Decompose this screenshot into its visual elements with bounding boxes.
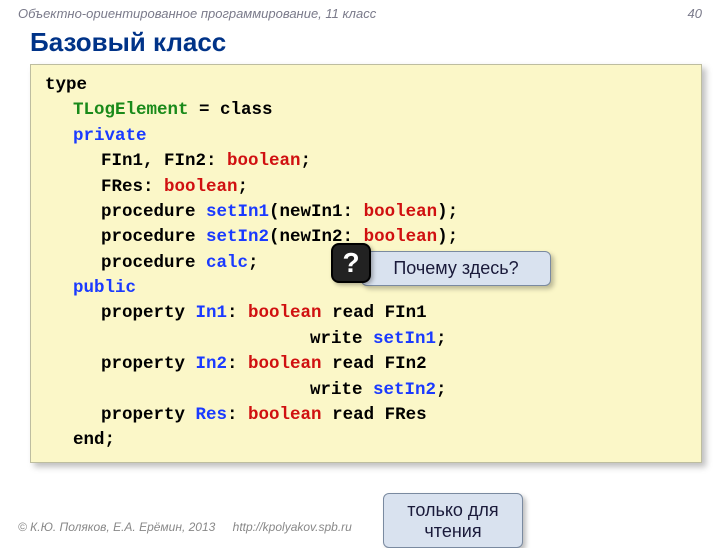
footer-url[interactable]: http://kpolyakov.spb.ru — [233, 520, 352, 534]
kw-read: read — [322, 354, 385, 374]
semicolon: ; — [436, 329, 447, 349]
prop-in1: In1 — [196, 303, 228, 323]
class-name: TLogElement — [73, 100, 189, 120]
footer-copyright: © К.Ю. Поляков, Е.А. Ерёмин, 2013 — [18, 520, 215, 534]
kw-property: property — [101, 354, 196, 374]
kw-private: private — [45, 124, 687, 149]
code-block: type TLogElement = class private FIn1, F… — [30, 64, 702, 463]
page-number: 40 — [688, 6, 702, 21]
ref-fres: FRes — [385, 405, 427, 425]
kw-property: property — [101, 405, 196, 425]
kw-procedure: procedure — [101, 227, 206, 247]
page-title: Базовый класс — [0, 23, 720, 62]
type-boolean: boolean — [164, 177, 238, 197]
kw-read: read — [322, 303, 385, 323]
proc-calc: calc — [206, 253, 248, 273]
type-boolean: boolean — [248, 354, 322, 374]
type-boolean: boolean — [248, 405, 322, 425]
colon: : — [227, 354, 248, 374]
type-boolean: boolean — [364, 227, 438, 247]
close-paren-semi: ); — [437, 202, 458, 222]
semicolon: ; — [301, 151, 312, 171]
kw-write: write — [310, 380, 373, 400]
field-fin1-fin2: FIn1, FIn2: — [101, 151, 227, 171]
question-badge: ? — [331, 243, 371, 283]
colon: : — [227, 303, 248, 323]
semicolon: ; — [436, 380, 447, 400]
semicolon: ; — [238, 177, 249, 197]
close-paren-semi: ); — [437, 227, 458, 247]
ref-setin1: setIn1 — [373, 329, 436, 349]
course-title: Объектно-ориентированное программировани… — [18, 6, 376, 21]
prop-in2: In2 — [196, 354, 228, 374]
ref-setin2: setIn2 — [373, 380, 436, 400]
kw-end: end — [73, 430, 105, 450]
proc-setin2: setIn2 — [206, 227, 269, 247]
semicolon: ; — [248, 253, 259, 273]
type-boolean: boolean — [248, 303, 322, 323]
kw-property: property — [101, 303, 196, 323]
kw-procedure: procedure — [101, 202, 206, 222]
type-boolean: boolean — [364, 202, 438, 222]
kw-type: type — [45, 75, 87, 95]
slide-header: Объектно-ориентированное программировани… — [0, 0, 720, 23]
prop-res: Res — [196, 405, 228, 425]
type-boolean: boolean — [227, 151, 301, 171]
proc-setin1: setIn1 — [206, 202, 269, 222]
ref-fin1: FIn1 — [385, 303, 427, 323]
field-fres: FRes: — [101, 177, 164, 197]
colon: : — [227, 405, 248, 425]
kw-write: write — [310, 329, 373, 349]
ref-fin2: FIn2 — [385, 354, 427, 374]
kw-procedure: procedure — [101, 253, 206, 273]
kw-read: read — [322, 405, 385, 425]
semicolon: ; — [105, 430, 116, 450]
footer: © К.Ю. Поляков, Е.А. Ерёмин, 2013 http:/… — [18, 520, 352, 534]
callout-why-here: Почему здесь? — [361, 251, 551, 286]
args-setin1: (newIn1: — [269, 202, 364, 222]
eq-class: = class — [189, 100, 273, 120]
